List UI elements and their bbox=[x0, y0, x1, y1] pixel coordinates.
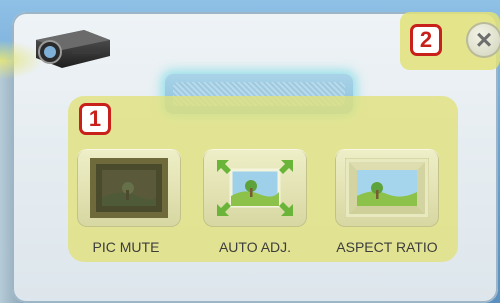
aspect-ratio-icon bbox=[345, 158, 429, 218]
aspect-ratio-label: ASPECT RATIO bbox=[336, 239, 438, 255]
close-button[interactable]: × bbox=[466, 22, 500, 58]
aspect-ratio-button[interactable] bbox=[335, 149, 439, 227]
auto-adjust-icon bbox=[211, 154, 299, 222]
pic-mute-label: PIC MUTE bbox=[92, 239, 160, 255]
close-icon: × bbox=[475, 24, 493, 55]
auto-adjust-button[interactable] bbox=[203, 149, 307, 227]
pic-mute-icon bbox=[90, 158, 168, 218]
auto-adjust-label: AUTO ADJ. bbox=[218, 239, 292, 255]
pic-mute-button[interactable] bbox=[77, 149, 181, 227]
callout-badge-1: 1 bbox=[79, 103, 111, 135]
projector-icon bbox=[28, 26, 114, 74]
callout-badge-2: 2 bbox=[410, 24, 442, 56]
